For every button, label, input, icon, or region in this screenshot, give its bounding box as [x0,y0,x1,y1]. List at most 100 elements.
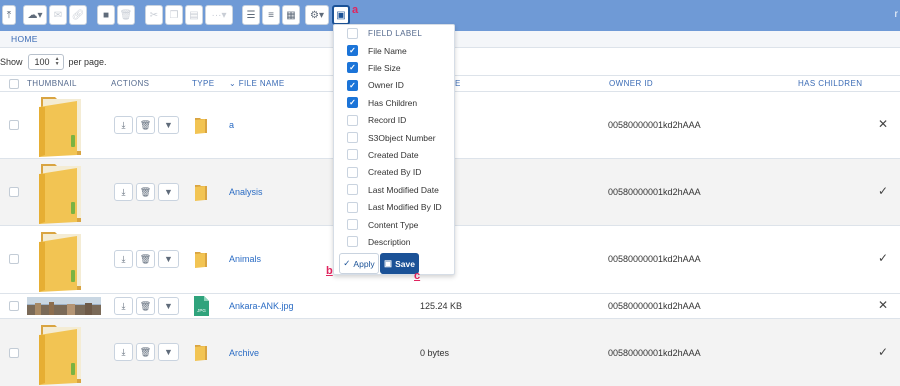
row-checkbox[interactable] [9,301,19,311]
file-size-cell: 125.24 KB [420,301,463,311]
field-checkbox[interactable] [347,132,358,143]
header-type[interactable]: TYPE [192,79,215,88]
row-menu-button[interactable]: ▼ [158,297,179,315]
row-checkbox[interactable] [9,187,19,197]
select-all-fields-checkbox[interactable] [347,28,358,39]
owner-id-cell: 00580000001kd2hAAA [608,254,701,264]
download-button[interactable]: ⤓ [114,183,133,201]
field-checkbox[interactable] [347,219,358,230]
file-name-link[interactable]: Animals [229,254,261,264]
field-checkbox-checked[interactable]: ✓ [347,79,358,91]
apply-button[interactable]: ✓ Apply [339,253,379,274]
field-checkbox[interactable] [347,114,358,126]
field-option[interactable]: Last Modified Date [334,181,456,198]
link-icon: 🔗︎ [71,9,85,21]
row-checkbox[interactable] [9,348,19,358]
upload-button[interactable]: ⤒ [2,5,16,25]
delete-row-button[interactable]: 🗑︎ [136,343,155,361]
field-option[interactable]: ✓ File Size [334,59,456,76]
cloud-icon: ☁▾ [27,9,43,21]
cut-button[interactable]: ✂ [145,5,163,25]
more-actions-button[interactable]: ···▾ [205,5,233,25]
svg-text:JPG: JPG [197,308,206,313]
field-checkbox[interactable] [347,201,358,213]
delete-row-button[interactable]: 🗑︎ [136,116,155,134]
delete-row-button[interactable]: 🗑︎ [136,297,155,315]
file-name-link[interactable]: a [229,120,234,130]
download-icon: ⤓ [121,346,126,357]
field-checkbox[interactable] [347,149,358,161]
download-button[interactable]: ⤓ [114,116,133,134]
header-has-children[interactable]: HAS CHILDREN [798,79,862,88]
per-page-value: 100 [34,56,50,67]
field-checkbox[interactable] [347,184,358,196]
email-button[interactable]: ✉ [49,5,67,25]
copy-button[interactable]: ❐ [165,5,183,25]
download-button[interactable]: ⤓ [114,343,133,361]
header-owner-id[interactable]: OWNER ID [609,79,653,88]
field-checkbox-checked[interactable]: ✓ [347,45,358,56]
row-menu-button[interactable]: ▼ [158,250,179,268]
breadcrumb-home[interactable]: HOME [11,34,38,44]
list-view-icon: ☰ [246,9,256,21]
field-option[interactable]: ✓ Owner ID [334,77,456,94]
chevron-down-icon: ▼ [164,301,173,311]
field-option-label: Last Modified By ID [368,202,442,213]
detail-view-icon: ≡ [268,9,274,21]
cloud-menu-button[interactable]: ☁▾ [23,5,47,25]
gear-icon: ⚙▾ [310,9,324,21]
link-button[interactable]: 🔗︎ [69,5,87,25]
trash-icon: 🗑︎ [139,186,152,197]
row-checkbox[interactable] [9,120,19,130]
sort-chevron-icon: ⌄ [229,79,239,88]
field-option[interactable]: Last Modified By ID [334,199,456,216]
field-option[interactable]: Description [334,233,456,250]
detail-view-button[interactable]: ≡ [262,5,280,25]
trash-icon: 🗑︎ [139,119,152,130]
trash-icon: 🗑︎ [139,346,152,357]
download-button[interactable]: ⤓ [114,250,133,268]
folder-thumbnail-icon [35,321,91,385]
folder-thumbnail-icon [35,160,91,224]
has-children-true-icon: ✓ [877,251,888,265]
stepper-arrows-icon[interactable]: ▲ ▼ [55,56,60,67]
row-checkbox[interactable] [9,254,19,264]
field-option[interactable]: ✓ File Name [334,42,456,59]
field-checkbox[interactable] [347,236,358,248]
header-file-name[interactable]: ⌄ FILE NAME [229,79,285,88]
delete-row-button[interactable]: 🗑︎ [136,183,155,201]
table-row[interactable]: ⤓ 🗑︎ ▼ Archive 0 bytes 00580000001kd2hAA… [0,319,900,386]
field-option[interactable]: Content Type [334,216,456,233]
file-name-link[interactable]: Analysis [229,187,263,197]
columns-button[interactable]: ▣ [332,5,350,25]
table-row[interactable]: ⤓ 🗑︎ ▼ JPG Ankara-ANK.jpg 125.24 KB 0058… [0,294,900,319]
file-name-link[interactable]: Archive [229,348,259,358]
row-menu-button[interactable]: ▼ [158,116,179,134]
row-menu-button[interactable]: ▼ [158,183,179,201]
list-view-button[interactable]: ☰ [242,5,260,25]
field-option-label: Content Type [368,219,419,230]
paste-button[interactable]: ▤ [185,5,203,25]
delete-row-button[interactable]: 🗑︎ [136,250,155,268]
grid-view-button[interactable]: ▦ [282,5,300,25]
settings-menu-button[interactable]: ⚙▾ [305,5,329,25]
chevron-down-icon: ▼ [164,187,173,197]
new-folder-button[interactable]: ■ [97,5,115,25]
field-checkbox-checked[interactable]: ✓ [347,62,358,74]
folder-type-icon [194,183,208,201]
download-button[interactable]: ⤓ [114,297,133,315]
field-checkbox[interactable] [347,166,358,178]
select-all-checkbox[interactable] [9,79,19,89]
delete-button[interactable]: 🗑︎ [117,5,135,25]
file-name-link[interactable]: Ankara-ANK.jpg [229,301,294,311]
field-option[interactable]: Created Date [334,146,456,163]
field-option[interactable]: Created By ID [334,164,456,181]
field-option[interactable]: Record ID [334,112,456,129]
per-page-stepper[interactable]: 100 ▲ ▼ [27,53,64,70]
field-option[interactable]: ✓ Has Children [334,94,456,111]
row-menu-button[interactable]: ▼ [158,343,179,361]
field-checkbox-checked[interactable]: ✓ [347,97,358,109]
field-option[interactable]: S3Object Number [334,129,456,146]
trash-icon: 🗑︎ [139,253,152,264]
user-initial[interactable]: r [895,9,898,20]
